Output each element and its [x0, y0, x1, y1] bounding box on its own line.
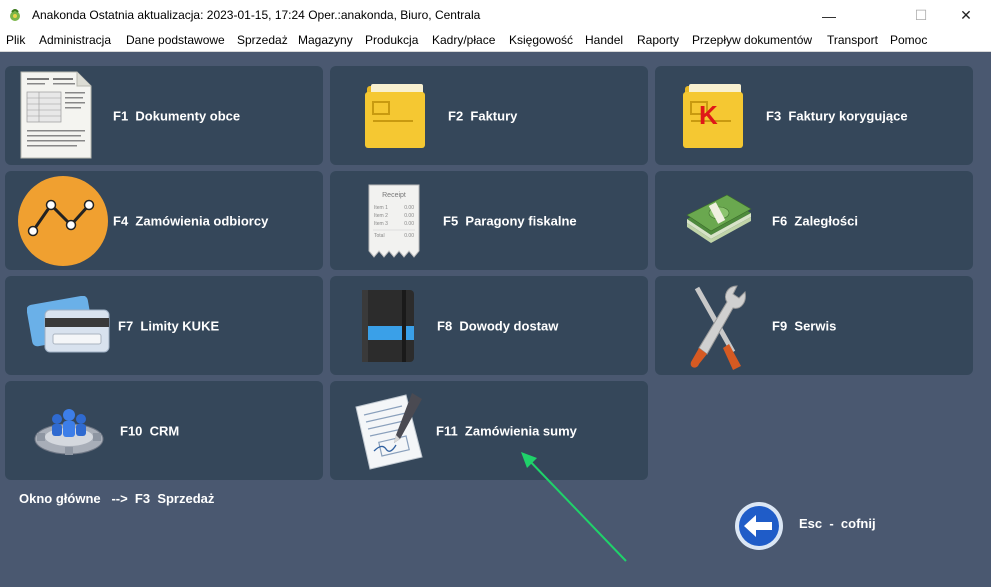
svg-text:Total: Total: [374, 233, 385, 239]
svg-text:Item 2: Item 2: [374, 213, 388, 219]
esc-label: Esc - cofnij: [799, 516, 876, 531]
tile-label: F11 Zamówienia sumy: [436, 423, 577, 438]
svg-text:0.00: 0.00: [404, 233, 414, 239]
document-icon: [20, 71, 92, 159]
tile-label: F8 Dowody dostaw: [437, 318, 559, 333]
tile-f8-dowody-dostaw[interactable]: F8 Dowody dostaw: [330, 276, 648, 375]
annotation-arrow-icon: [521, 452, 627, 562]
tile-f2-faktury[interactable]: F2 Faktury: [330, 66, 648, 165]
tile-label: F5 Paragony fiskalne: [443, 213, 577, 228]
tile-f5-paragony-fiskalne[interactable]: Receipt Item 1 Item 2 Item 3 Total 0.00 …: [330, 171, 648, 270]
breadcrumb: Okno główne --> F3 Sprzedaż: [19, 491, 215, 506]
maximize-button[interactable]: ☐: [898, 0, 944, 31]
money-icon: [686, 194, 752, 243]
svg-text:Item 1: Item 1: [374, 205, 388, 211]
back-arrow-icon[interactable]: [734, 501, 784, 551]
menu-produkcja[interactable]: Produkcja: [365, 33, 418, 47]
svg-text:0.00: 0.00: [404, 221, 414, 227]
crm-gear-icon: [34, 409, 104, 455]
tile-f7-limity-kuke[interactable]: F7 Limity KUKE: [5, 276, 323, 375]
close-button[interactable]: ✕: [943, 0, 989, 31]
anakonda-logo-icon: [10, 9, 20, 21]
menu-administracja[interactable]: Administracja: [39, 33, 111, 47]
svg-text:0.00: 0.00: [404, 205, 414, 211]
window-title: Anakonda Ostatnia aktualizacja: 2023-01-…: [32, 8, 481, 22]
esc-back-button[interactable]: Esc - cofnij: [734, 501, 894, 551]
menu-raporty[interactable]: Raporty: [637, 33, 679, 47]
tile-f10-crm[interactable]: F10 CRM: [5, 381, 323, 480]
tile-label: F4 Zamówienia odbiorcy: [113, 213, 269, 228]
folder-icon: [365, 84, 425, 148]
contract-pen-icon: [355, 393, 423, 470]
credit-card-icon: [27, 296, 110, 353]
tile-f1-dokumenty-obce[interactable]: F1 Dokumenty obce: [5, 66, 323, 165]
tile-label: F6 Zaległości: [772, 213, 858, 228]
svg-text:K: K: [699, 100, 718, 130]
tile-label: F1 Dokumenty obce: [113, 108, 241, 123]
menu-przeplyw-dokumentow[interactable]: Przepływ dokumentów: [692, 33, 812, 47]
tile-label: F7 Limity KUKE: [118, 318, 220, 333]
tile-label: F2 Faktury: [448, 108, 518, 123]
title-bar: Anakonda Ostatnia aktualizacja: 2023-01-…: [0, 0, 991, 31]
svg-text:Item 3: Item 3: [374, 221, 388, 227]
tile-label: F9 Serwis: [772, 318, 837, 333]
menu-plik[interactable]: Plik: [6, 33, 25, 47]
tile-f3-faktury-korygujace[interactable]: K F3 Faktury korygujące: [655, 66, 973, 165]
tile-label: F10 CRM: [120, 423, 180, 438]
svg-text:Receipt: Receipt: [382, 192, 406, 199]
line-chart-icon: [18, 176, 108, 266]
receipt-icon: Receipt Item 1 Item 2 Item 3 Total 0.00 …: [368, 184, 420, 258]
tile-f6-zaleglosci[interactable]: F6 Zaległości: [655, 171, 973, 270]
menu-kadry-place[interactable]: Kadry/płace: [432, 33, 495, 47]
menu-sprzedaz[interactable]: Sprzedaż: [237, 33, 288, 47]
menu-transport[interactable]: Transport: [827, 33, 878, 47]
menu-ksiegowosc[interactable]: Księgowość: [509, 33, 573, 47]
menu-magazyny[interactable]: Magazyny: [298, 33, 353, 47]
menu-bar: Plik Administracja Dane podstawowe Sprze…: [0, 31, 991, 52]
menu-pomoc[interactable]: Pomoc: [890, 33, 927, 47]
tools-icon: [690, 285, 746, 370]
tile-f9-serwis[interactable]: F9 Serwis: [655, 276, 973, 375]
menu-dane-podstawowe[interactable]: Dane podstawowe: [126, 33, 225, 47]
menu-handel[interactable]: Handel: [585, 33, 623, 47]
svg-text:0.00: 0.00: [404, 213, 414, 219]
notebook-icon: [362, 290, 414, 362]
folder-correction-icon: K: [683, 84, 743, 148]
minimize-button[interactable]: —: [806, 0, 852, 31]
tile-f4-zamowienia-odbiorcy[interactable]: F4 Zamówienia odbiorcy: [5, 171, 323, 270]
tile-label: F3 Faktury korygujące: [766, 108, 908, 123]
